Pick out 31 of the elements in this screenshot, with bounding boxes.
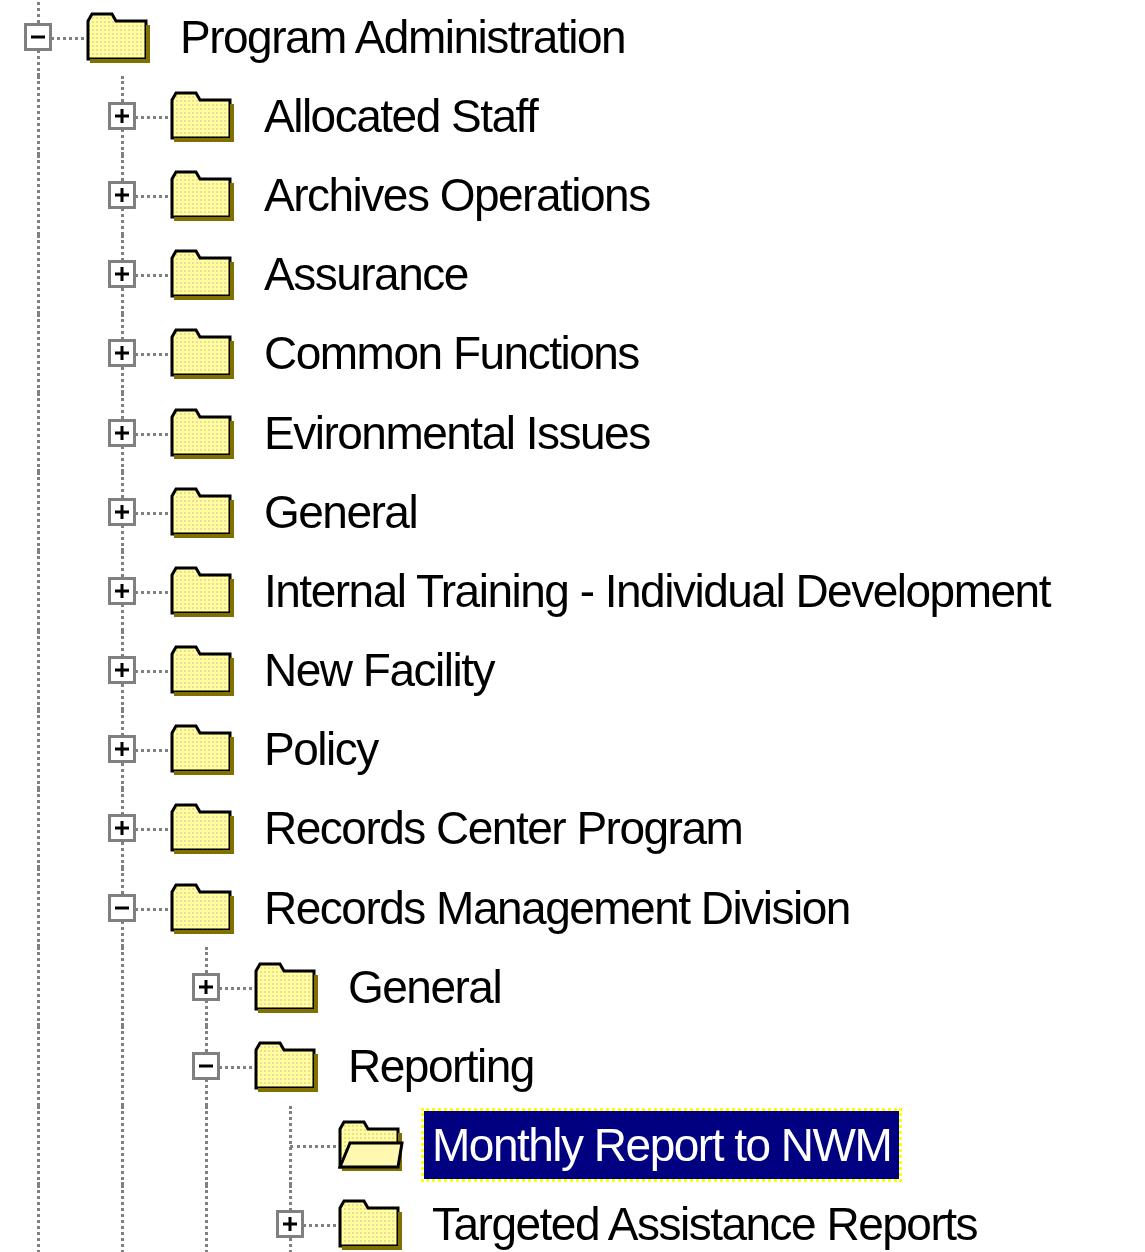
expand-icon[interactable]	[108, 814, 136, 843]
expand-icon[interactable]	[108, 339, 136, 368]
expand-icon[interactable]	[276, 1210, 304, 1239]
tree-item[interactable]: Evironmental Issues	[256, 408, 658, 457]
expand-icon[interactable]	[108, 101, 136, 130]
tree-item[interactable]: Policy	[256, 725, 386, 774]
collapse-icon[interactable]	[24, 22, 52, 51]
collapse-icon[interactable]	[192, 1052, 220, 1081]
expand-icon[interactable]	[108, 735, 136, 764]
tree-item[interactable]: Targeted Assistance Reports	[424, 1200, 986, 1249]
expand-icon[interactable]	[192, 972, 220, 1001]
tree-item[interactable]: New Facility	[256, 646, 502, 695]
expand-icon[interactable]	[108, 260, 136, 289]
expand-icon[interactable]	[108, 497, 136, 526]
expand-icon[interactable]	[108, 180, 136, 209]
tree-item[interactable]: Assurance	[256, 250, 476, 299]
tree-item[interactable]: Allocated Staff	[256, 91, 546, 140]
tree-item[interactable]: Records Management Division	[256, 883, 858, 932]
tree-item[interactable]: General	[256, 487, 426, 536]
tree-item[interactable]: Common Functions	[256, 329, 647, 378]
tree-item[interactable]: Program Administration	[172, 12, 634, 61]
tree-item[interactable]: General	[340, 962, 510, 1011]
tree-item[interactable]: Reporting	[340, 1042, 542, 1091]
tree-item[interactable]: Monthly Report to NWM	[424, 1111, 900, 1180]
expand-icon[interactable]	[108, 656, 136, 685]
expand-icon[interactable]	[108, 576, 136, 605]
tree-item[interactable]: Records Center Program	[256, 804, 751, 853]
tree-item[interactable]: Internal Training - Individual Development	[256, 566, 1058, 615]
expand-icon[interactable]	[108, 418, 136, 447]
tree-item[interactable]: Archives Operations	[256, 170, 658, 219]
collapse-icon[interactable]	[108, 893, 136, 922]
